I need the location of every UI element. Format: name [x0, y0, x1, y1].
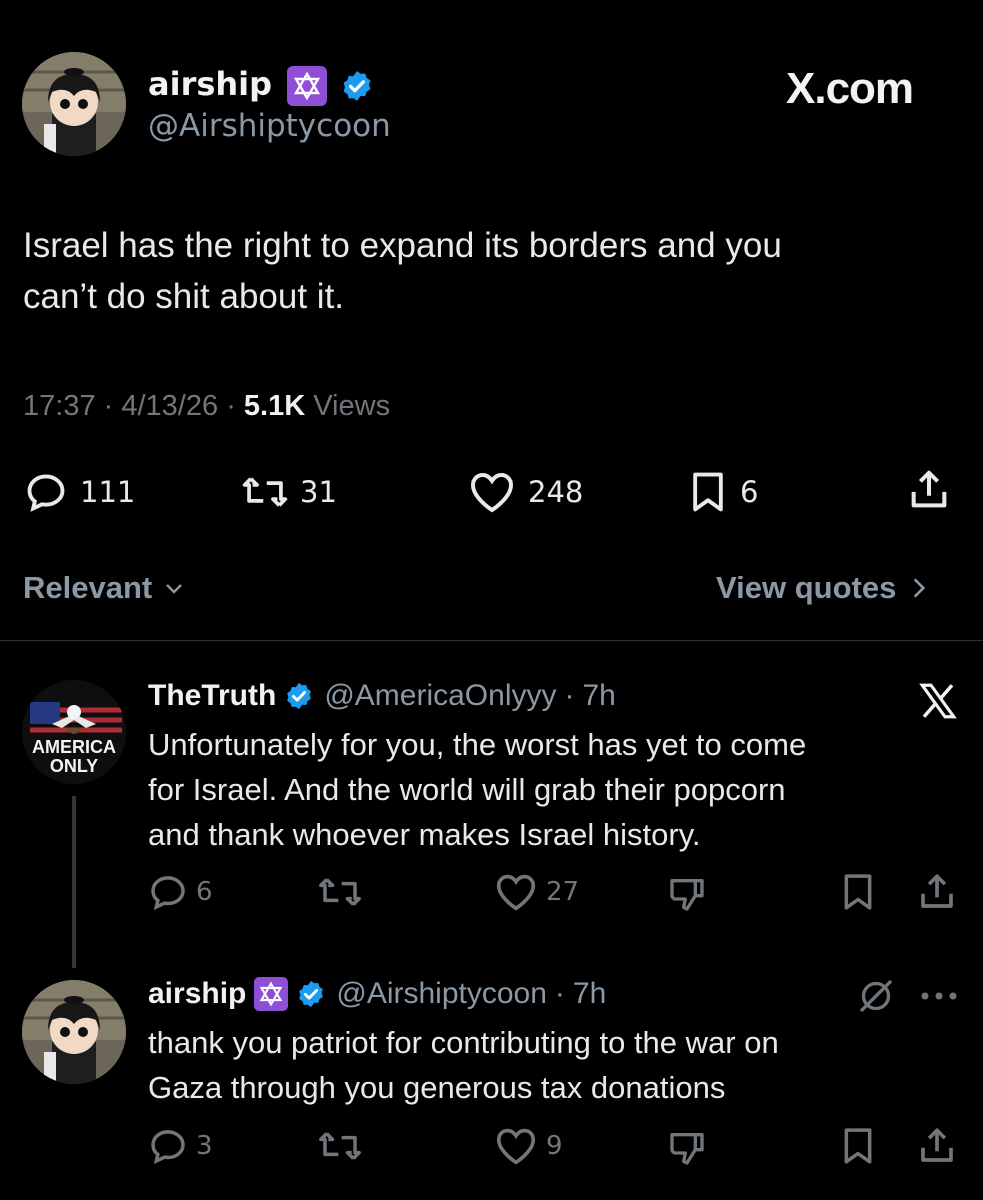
author-name[interactable]: airship [148, 65, 272, 103]
avatar[interactable] [22, 52, 126, 156]
tweet-time[interactable]: 17:37 [23, 390, 96, 422]
like-icon [470, 472, 514, 513]
star-of-david-icon [254, 977, 289, 1011]
bookmark-icon [693, 472, 723, 512]
reply1-repost-button[interactable] [318, 872, 362, 912]
reply1-header: TheTruth @AmericaOnlyyy · 7h [148, 676, 616, 716]
reply-icon [151, 876, 185, 911]
sort-dropdown[interactable]: Relevant [23, 570, 186, 606]
avatar-text-america: AMERICA [32, 737, 116, 757]
reply1-like-button[interactable]: 27 [494, 872, 579, 912]
chevron-right-icon [914, 578, 926, 598]
reply2-time[interactable]: 7h [573, 974, 606, 1014]
more-icon[interactable] [918, 978, 960, 1018]
verified-badge-icon [284, 681, 314, 711]
tweet-date[interactable]: 4/13/26 [121, 390, 218, 422]
repost-icon [242, 477, 288, 507]
reply1-like-count: 27 [546, 877, 580, 907]
sort-label: Relevant [23, 570, 153, 605]
reply2-dislike-button[interactable] [666, 1128, 708, 1168]
share-icon [921, 874, 953, 908]
like-button[interactable]: 248 [468, 470, 583, 514]
thread-line [72, 796, 76, 968]
repost-icon [319, 878, 361, 906]
bookmark-icon [844, 874, 872, 910]
reply-icon [27, 474, 65, 512]
reply2-repost-button[interactable] [318, 1126, 362, 1166]
avatar[interactable]: AMERICA ONLY [22, 680, 126, 784]
brand-watermark: X.com [786, 64, 914, 113]
view-quotes-link[interactable]: View quotes [716, 570, 930, 606]
like-icon [496, 1128, 536, 1165]
dislike-icon [670, 879, 704, 911]
reply2-bookmark-button[interactable] [840, 1126, 876, 1166]
reply-count: 111 [80, 475, 136, 509]
reply2-author-name[interactable]: airship [148, 974, 246, 1014]
reply1-share-button[interactable] [916, 870, 958, 914]
dislike-icon [670, 1133, 704, 1165]
share-icon [911, 470, 947, 508]
views-count: 5.1K [243, 390, 306, 422]
reply2-reply-count: 3 [196, 1131, 213, 1161]
author-handle[interactable]: @Airshiptycoon [148, 108, 391, 144]
reply1-reply-button[interactable]: 6 [148, 872, 213, 912]
reply1-time[interactable]: 7h [583, 676, 616, 716]
reply1-text: Unfortunately for you, the worst has yet… [148, 727, 807, 852]
reply1-bookmark-button[interactable] [840, 872, 876, 912]
star-of-david-icon [287, 66, 328, 106]
grok-icon[interactable] [856, 976, 896, 1020]
reply2-reply-button[interactable]: 3 [148, 1126, 213, 1166]
reply2-handle[interactable]: @Airshiptycoon [336, 974, 547, 1014]
bookmark-button[interactable]: 6 [688, 470, 758, 514]
reply-icon [151, 1130, 185, 1165]
like-icon [496, 874, 536, 911]
x-logo-icon [916, 680, 960, 726]
share-icon [921, 1128, 953, 1162]
tweet-text: Israel has the right to expand its borde… [23, 226, 782, 316]
repost-button[interactable]: 31 [242, 470, 337, 514]
avatar-text-only: ONLY [50, 756, 98, 776]
reply2-share-button[interactable] [916, 1124, 958, 1168]
reply2-header: airship @Airshiptycoon · 7h [148, 974, 606, 1014]
avatar[interactable] [22, 980, 126, 1084]
verified-badge-icon [340, 69, 374, 103]
reply2-like-button[interactable]: 9 [494, 1126, 563, 1166]
verified-badge-icon [296, 979, 326, 1009]
tweet-meta: 17:37 · 4/13/26 · 5.1K Views [23, 390, 391, 422]
chevron-down-icon [166, 584, 183, 594]
reply2-text: thank you patriot for contributing to th… [148, 1025, 779, 1105]
reply1-dislike-button[interactable] [666, 874, 708, 914]
author-name-row: airship [148, 64, 374, 106]
share-button[interactable] [906, 466, 952, 514]
reply-button[interactable]: 111 [24, 470, 135, 514]
reply1-reply-count: 6 [196, 877, 213, 907]
divider [0, 640, 983, 641]
reply1-author-name[interactable]: TheTruth [148, 676, 276, 716]
repost-count: 31 [300, 475, 337, 509]
bookmark-icon [844, 1128, 872, 1164]
view-quotes-label: View quotes [716, 570, 897, 605]
bookmark-count: 6 [740, 475, 759, 509]
repost-icon [319, 1132, 361, 1160]
reply2-like-count: 9 [546, 1131, 563, 1161]
reply1-handle[interactable]: @AmericaOnlyyy [324, 676, 556, 716]
views-label: Views [313, 390, 391, 422]
like-count: 248 [528, 475, 584, 509]
